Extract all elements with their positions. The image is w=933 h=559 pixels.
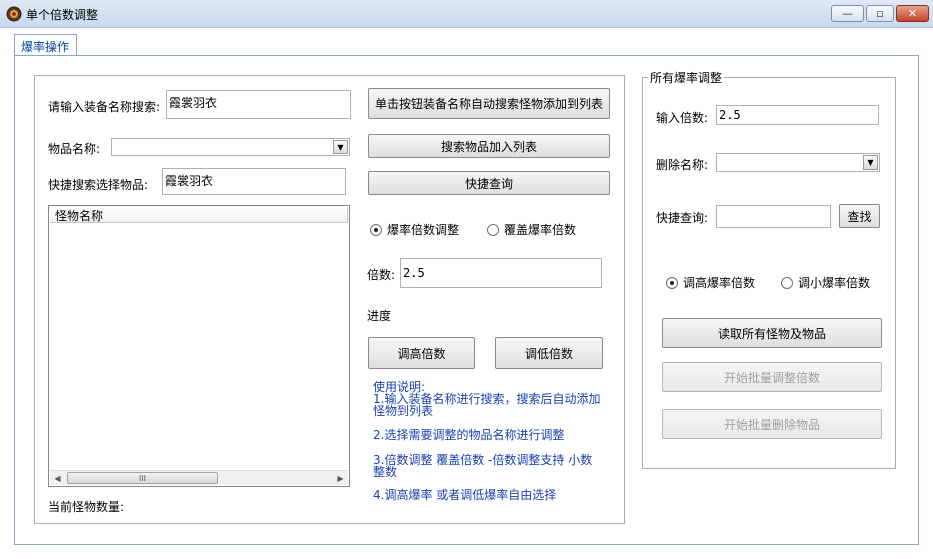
quick-query-input[interactable] (716, 205, 831, 228)
auto-search-button[interactable]: 单击按钮装备名称自动搜索怪物添加到列表 (368, 88, 610, 119)
list-header: 怪物名称 (50, 207, 348, 223)
radio-override-label: 覆盖爆率倍数 (504, 223, 577, 237)
find-button[interactable]: 查找 (839, 204, 880, 228)
radio-raise-label: 调高爆率倍数 (683, 276, 756, 290)
all-drop-rate-group-title: 所有爆率调整 (648, 69, 725, 86)
input-multiplier-label: 输入倍数: (656, 111, 709, 125)
close-icon: ✕ (907, 7, 918, 20)
help-line: 2.选择需要调整的物品名称进行调整 (373, 428, 565, 442)
radio-on-icon (370, 223, 382, 236)
column-monster-name[interactable]: 怪物名称 (50, 207, 348, 223)
radio-lower-drop-rate[interactable]: 调小爆率倍数 (781, 274, 870, 291)
equipment-search-input[interactable]: 霞裳羽衣 (166, 90, 351, 119)
maximize-button[interactable]: ▫ (866, 5, 894, 22)
tab-drop-rate-operations[interactable]: 爆率操作 (14, 34, 77, 56)
window-title: 单个倍数调整 (26, 8, 99, 22)
item-name-select[interactable]: ▼ (111, 138, 350, 156)
grip-icon: III (138, 473, 147, 483)
batch-adjust-button[interactable]: 开始批量调整倍数 (662, 362, 882, 392)
radio-lower-label: 调小爆率倍数 (798, 276, 871, 290)
input-multiplier-field[interactable]: 2.5 (716, 105, 879, 125)
lower-multiplier-button[interactable]: 调低倍数 (495, 337, 603, 369)
title-bar: 单个倍数调整 — ▫ ✕ (0, 0, 933, 28)
add-item-button[interactable]: 搜索物品加入列表 (368, 134, 610, 158)
quick-select-label: 快捷搜索选择物品: (48, 178, 149, 192)
item-name-value (112, 139, 115, 153)
radio-adjust-multiplier[interactable]: 爆率倍数调整 (370, 221, 459, 238)
help-line: 3.倍数调整 覆盖倍数 -倍数调整支持 小数 (373, 453, 593, 467)
batch-delete-button[interactable]: 开始批量删除物品 (662, 409, 882, 439)
delete-name-label: 删除名称: (656, 158, 709, 172)
app-icon (6, 6, 22, 22)
progress-label: 进度 (367, 309, 392, 323)
chevron-down-icon[interactable]: ▼ (863, 155, 878, 170)
help-line: 怪物到列表 (373, 404, 434, 418)
radio-off-icon (487, 223, 499, 236)
quick-query-label: 快捷查询: (656, 211, 709, 225)
radio-adjust-label: 爆率倍数调整 (387, 223, 460, 237)
radio-on-icon (666, 276, 678, 289)
delete-name-value (717, 154, 720, 168)
item-name-label: 物品名称: (48, 142, 101, 156)
monster-list[interactable]: 怪物名称 ◀ III ▶ (48, 205, 350, 487)
radio-override-multiplier[interactable]: 覆盖爆率倍数 (487, 221, 576, 238)
monster-count-label: 当前怪物数量: (48, 500, 125, 514)
quick-query-button[interactable]: 快捷查询 (368, 171, 610, 195)
multiplier-label: 倍数: (367, 268, 396, 282)
scroll-right-icon[interactable]: ▶ (333, 471, 348, 485)
raise-multiplier-button[interactable]: 调高倍数 (368, 337, 475, 369)
horizontal-scrollbar[interactable]: ◀ III ▶ (50, 470, 348, 485)
close-button[interactable]: ✕ (896, 5, 929, 22)
help-line: 整数 (373, 465, 398, 479)
read-all-button[interactable]: 读取所有怪物及物品 (662, 318, 882, 348)
search-label: 请输入装备名称搜索: (48, 100, 161, 114)
chevron-down-icon[interactable]: ▼ (333, 140, 348, 154)
minimize-button[interactable]: — (831, 5, 864, 22)
radio-raise-drop-rate[interactable]: 调高爆率倍数 (666, 274, 755, 291)
delete-name-select[interactable]: ▼ (716, 153, 880, 172)
multiplier-input[interactable]: 2.5 (400, 258, 602, 288)
quick-select-input[interactable]: 霞裳羽衣 (162, 168, 346, 195)
minimize-icon: — (842, 7, 853, 20)
scrollbar-thumb[interactable]: III (67, 472, 218, 484)
restore-icon: ▫ (876, 7, 884, 20)
radio-off-icon (781, 276, 793, 289)
help-line: 4.调高爆率 或者调低爆率自由选择 (373, 488, 557, 502)
scroll-left-icon[interactable]: ◀ (50, 471, 65, 485)
